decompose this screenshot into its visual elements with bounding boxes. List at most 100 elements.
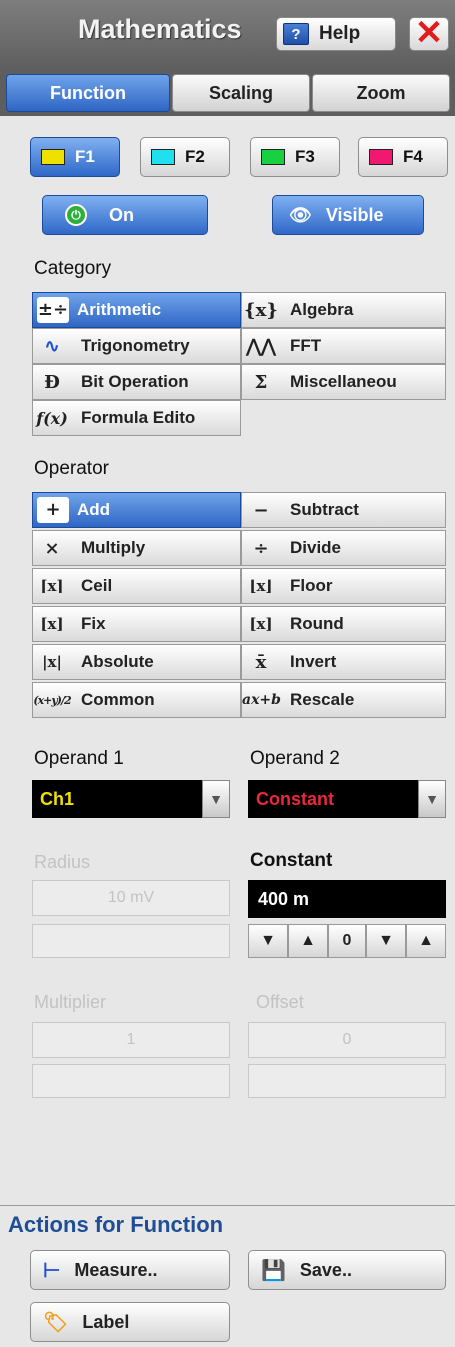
category-fft-label: FFT	[290, 336, 322, 355]
visible-toggle-button[interactable]: 👁 Visible	[272, 195, 424, 235]
measure-icon: ⊢	[43, 1259, 61, 1282]
category-miscellaneous-label: Miscellaneou	[290, 372, 397, 391]
floor-icon: ⌊x⌋	[249, 577, 273, 595]
operator-invert-label: Invert	[290, 652, 337, 671]
category-algebra[interactable]: {x} Algebra	[241, 292, 446, 328]
function-f2-button[interactable]: F2	[140, 137, 230, 177]
category-bit-operation-label: Bit Operation	[81, 372, 189, 391]
step-value[interactable]: 0	[328, 924, 366, 958]
operator-absolute[interactable]: |x| Absolute	[32, 644, 241, 680]
triangle-up-icon: ▲	[418, 932, 434, 949]
on-toggle-button[interactable]: ⏻ On	[42, 195, 208, 235]
common-icon: (x+y)/2	[33, 693, 71, 707]
plus-icon: +	[37, 497, 69, 523]
category-formula-editor[interactable]: f(x) Formula Edito	[32, 400, 241, 436]
category-arithmetic-label: Arithmetic	[77, 300, 162, 319]
category-fft[interactable]: ⋀⋀ FFT	[241, 328, 446, 364]
operator-round[interactable]: [x] Round	[241, 606, 446, 642]
help-book-icon: ?	[283, 23, 309, 45]
sigma-icon: Σ	[254, 371, 268, 393]
fine-decrement-button[interactable]: ▼	[366, 924, 406, 958]
f3-color-swatch	[261, 149, 285, 165]
operator-rescale-label: Rescale	[290, 690, 355, 709]
operator-subtract-label: Subtract	[290, 500, 359, 519]
fft-icon: ⋀⋀	[246, 335, 276, 357]
close-button[interactable]: ✕	[409, 16, 449, 51]
save-disk-icon: 💾	[261, 1259, 286, 1282]
actions-heading: Actions for Function	[8, 1212, 224, 1237]
fine-increment-button[interactable]: ▲	[406, 924, 446, 958]
panel-title: Mathematics	[78, 14, 242, 44]
formula-icon: f(x)	[36, 408, 68, 428]
operator-floor-label: Floor	[290, 576, 333, 595]
function-f3-button[interactable]: F3	[250, 137, 340, 177]
coarse-increment-button[interactable]: ▲	[288, 924, 328, 958]
triangle-down-icon: ▼	[260, 932, 276, 949]
radius-value: 10 mV	[107, 889, 155, 906]
f3-label: F3	[295, 147, 315, 166]
coarse-decrement-button[interactable]: ▼	[248, 924, 288, 958]
category-formula-editor-label: Formula Edito	[81, 408, 196, 427]
category-miscellaneous[interactable]: Σ Miscellaneou	[241, 364, 446, 400]
measure-label: Measure..	[74, 1259, 158, 1280]
constant-value: 400 m	[258, 888, 310, 909]
multiplier-value: 1	[126, 1031, 136, 1048]
tab-zoom[interactable]: Zoom	[312, 74, 450, 112]
save-button[interactable]: 💾 Save..	[248, 1250, 446, 1290]
multiplier-stepper	[32, 1064, 230, 1098]
operator-fix-label: Fix	[81, 614, 106, 633]
power-icon: ⏻	[65, 204, 87, 226]
category-algebra-label: Algebra	[290, 300, 354, 319]
measure-button[interactable]: ⊢ Measure..	[30, 1250, 230, 1290]
category-arithmetic[interactable]: ±÷ Arithmetic	[32, 292, 241, 328]
operand1-value: Ch1	[40, 788, 75, 809]
operator-common-label: Common	[81, 690, 155, 709]
round-icon: [x]	[249, 615, 273, 633]
constant-heading: Constant	[250, 850, 333, 871]
save-label: Save..	[299, 1259, 352, 1280]
operand1-dropdown[interactable]: Ch1 ▼	[32, 780, 230, 818]
operator-add-label: Add	[77, 500, 111, 519]
category-trigonometry[interactable]: ∿ Trigonometry	[32, 328, 241, 364]
help-button[interactable]: ? Help	[276, 17, 396, 51]
triangle-up-icon: ▲	[300, 932, 316, 949]
f2-label: F2	[185, 147, 205, 166]
operator-subtract[interactable]: − Subtract	[241, 492, 446, 528]
label-label: Label	[82, 1311, 130, 1332]
operator-ceil[interactable]: ⌈x⌉ Ceil	[32, 568, 241, 604]
tab-scaling[interactable]: Scaling	[172, 74, 310, 112]
operator-rescale[interactable]: ax+b Rescale	[241, 682, 446, 718]
operator-invert[interactable]: x̄ Invert	[241, 644, 446, 680]
operator-divide[interactable]: ÷ Divide	[241, 530, 446, 566]
operator-floor[interactable]: ⌊x⌋ Floor	[241, 568, 446, 604]
multiplier-heading: Multiplier	[34, 992, 107, 1012]
algebra-icon: {x}	[244, 299, 278, 321]
operator-absolute-label: Absolute	[81, 652, 154, 671]
arithmetic-icon: ±÷	[37, 297, 69, 323]
multiplier-field: 1	[32, 1022, 230, 1058]
category-trigonometry-label: Trigonometry	[81, 336, 190, 355]
offset-field: 0	[248, 1022, 446, 1058]
ceil-icon: ⌈x⌉	[40, 577, 64, 595]
operator-divide-label: Divide	[290, 538, 342, 557]
tab-function[interactable]: Function	[6, 74, 170, 112]
visible-label: Visible	[325, 204, 384, 225]
help-label: Help	[319, 23, 361, 44]
operator-add[interactable]: + Add	[32, 492, 241, 528]
radius-stepper	[32, 924, 230, 958]
eye-icon: 👁	[289, 204, 312, 225]
label-button[interactable]: 🏷 Label	[30, 1302, 230, 1342]
operator-fix[interactable]: [x] Fix	[32, 606, 241, 642]
divide-icon: ÷	[253, 537, 269, 559]
operator-multiply-label: Multiply	[81, 538, 146, 557]
operator-common[interactable]: (x+y)/2 Common	[32, 682, 241, 718]
operand2-dropdown[interactable]: Constant ▼	[248, 780, 446, 818]
constant-value-field[interactable]: 400 m	[248, 880, 446, 918]
chevron-down-icon[interactable]: ▼	[202, 780, 230, 818]
on-label: On	[109, 204, 134, 225]
function-f4-button[interactable]: F4	[358, 137, 448, 177]
function-f1-button[interactable]: F1	[30, 137, 120, 177]
operator-multiply[interactable]: × Multiply	[32, 530, 241, 566]
chevron-down-icon[interactable]: ▼	[418, 780, 446, 818]
category-bit-operation[interactable]: Ð Bit Operation	[32, 364, 241, 400]
